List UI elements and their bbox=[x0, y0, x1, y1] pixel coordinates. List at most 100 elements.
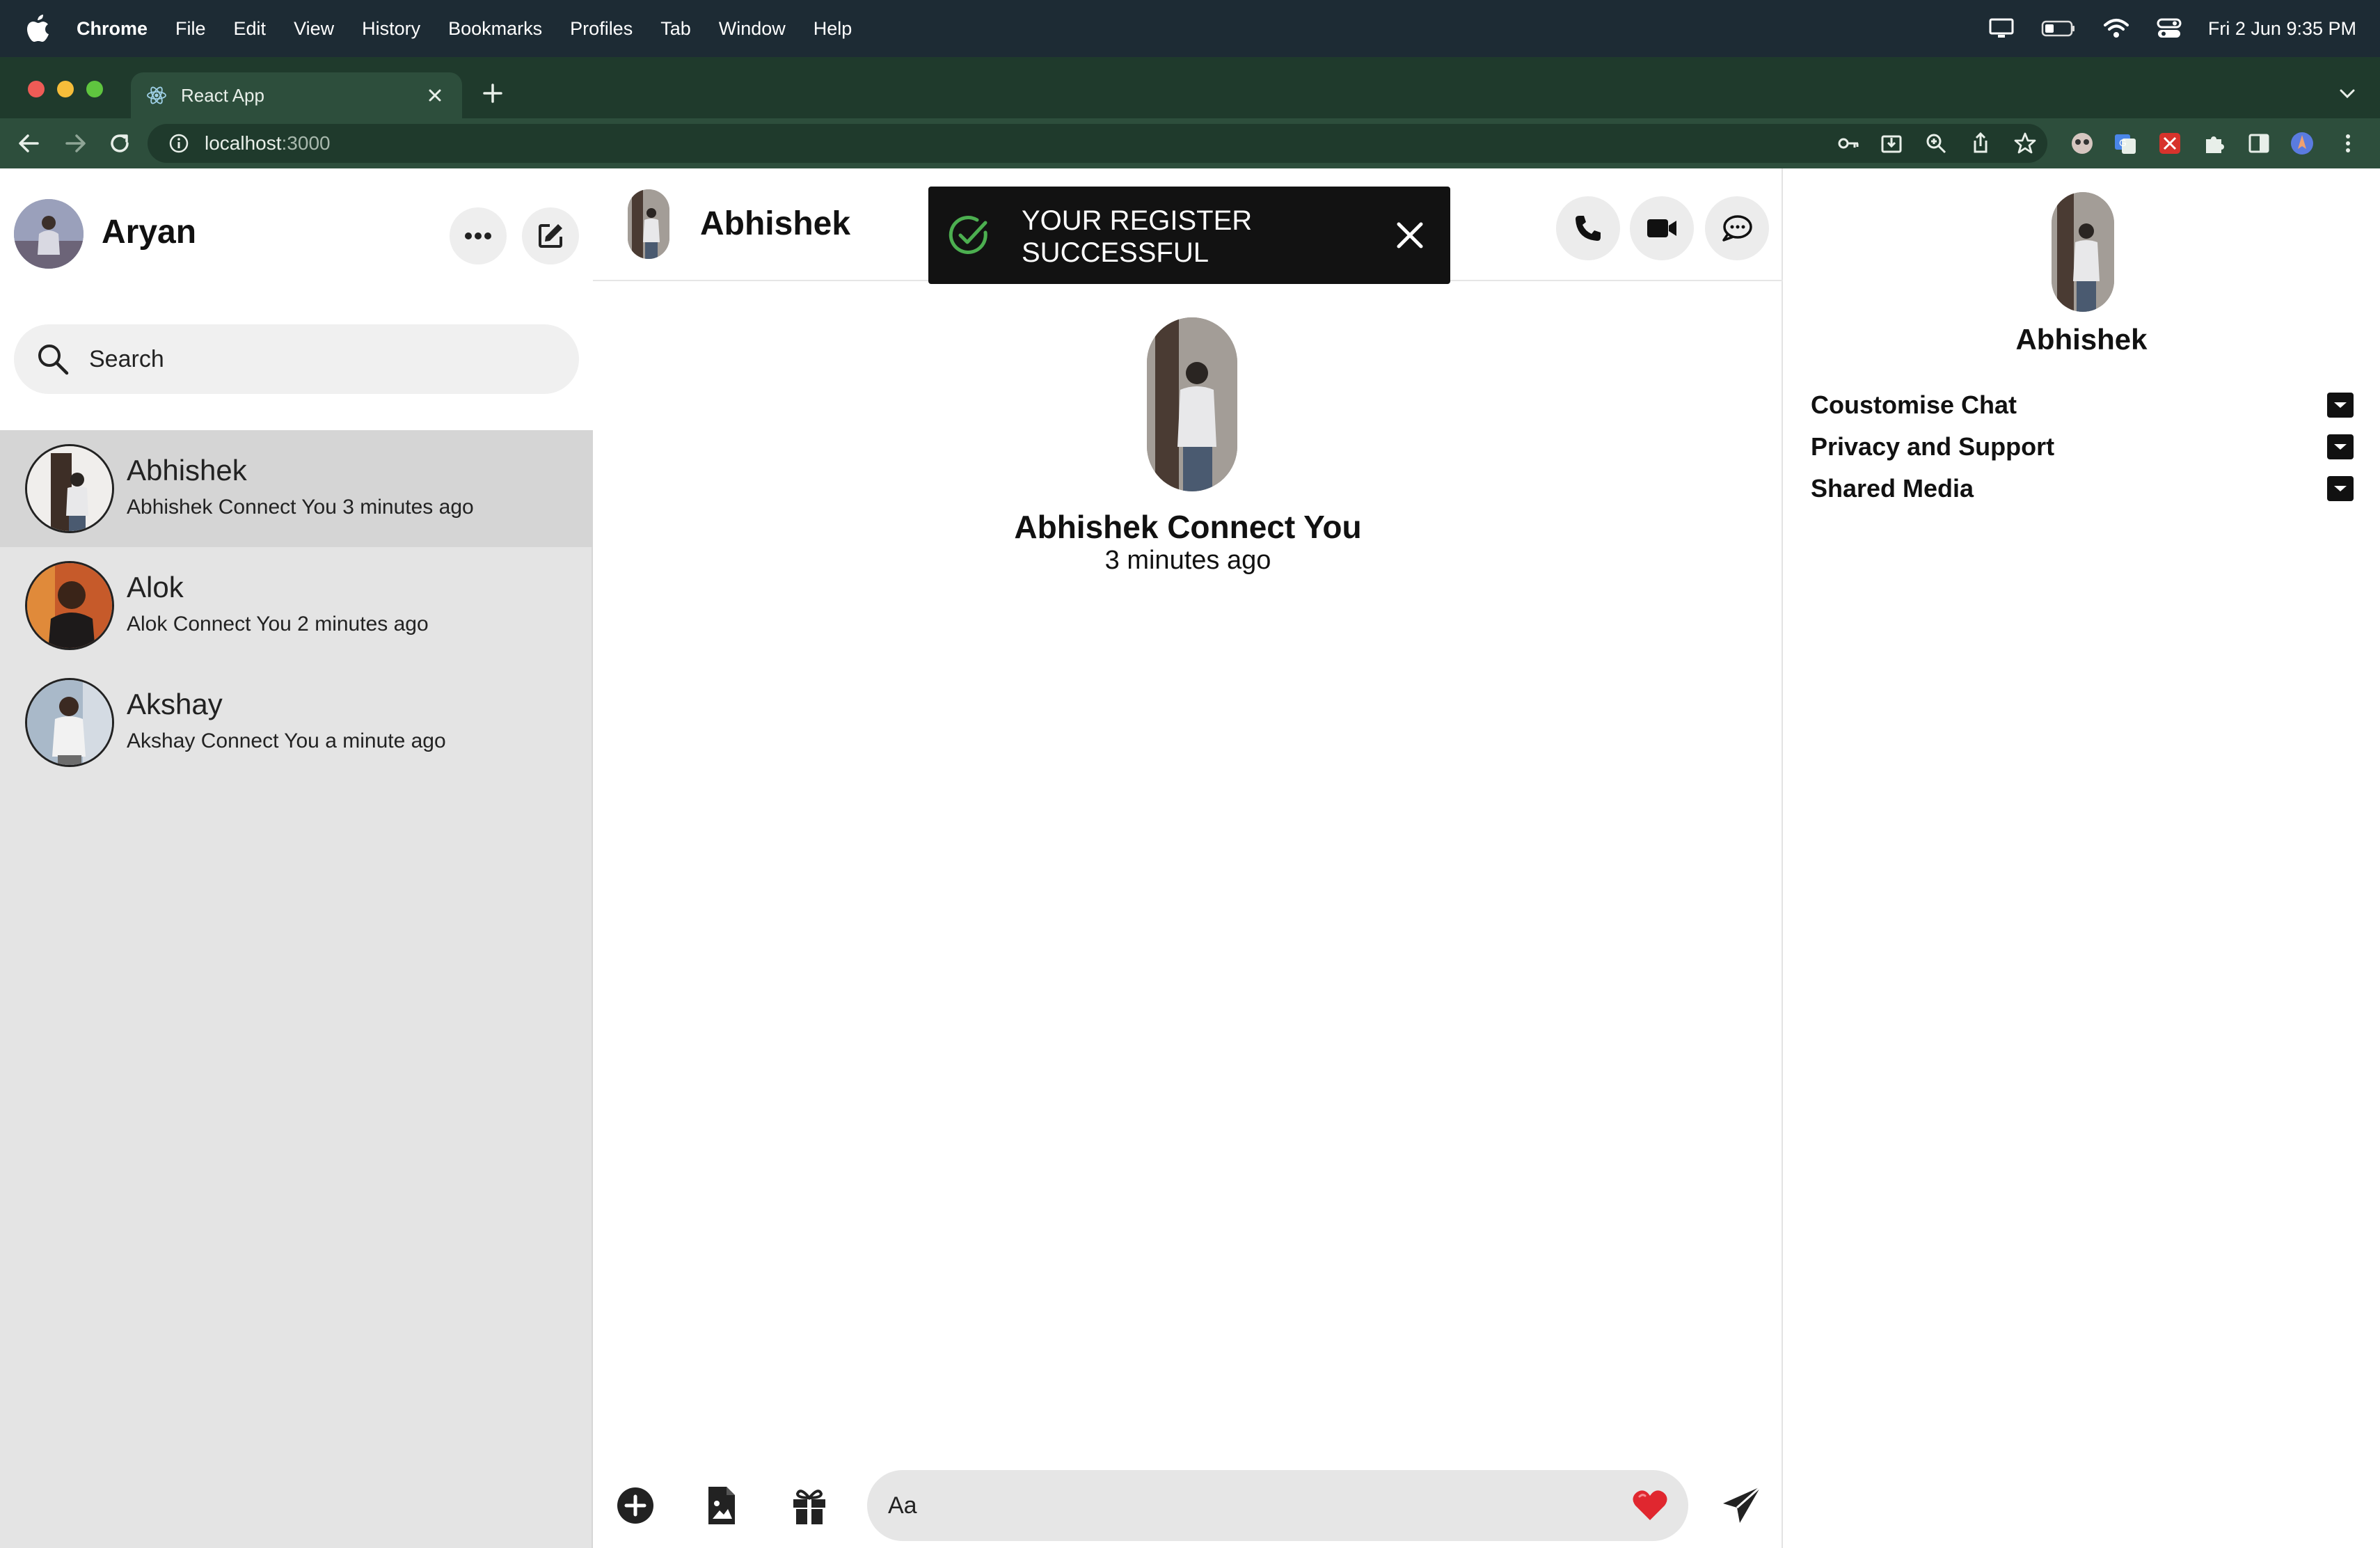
wifi-icon[interactable] bbox=[2102, 18, 2130, 39]
star-icon[interactable] bbox=[2013, 131, 2038, 156]
heart-icon[interactable] bbox=[1631, 1488, 1669, 1523]
contact-avatar bbox=[25, 678, 114, 767]
contact-avatar bbox=[25, 444, 114, 533]
search-field[interactable] bbox=[14, 324, 579, 394]
menu-view[interactable]: View bbox=[294, 18, 334, 40]
sidebar-header: Aryan bbox=[0, 168, 593, 315]
tab-search-chevron-icon[interactable] bbox=[2337, 85, 2358, 102]
menu-edit[interactable]: Edit bbox=[234, 18, 267, 40]
section-label: Coustomise Chat bbox=[1811, 390, 2017, 419]
intro-title: Abhishek Connect You bbox=[1014, 509, 1362, 545]
contact-name: Alok bbox=[127, 571, 184, 603]
more-options-button[interactable] bbox=[450, 207, 507, 264]
menu-window[interactable]: Window bbox=[719, 18, 786, 40]
dropdown-toggle-icon[interactable] bbox=[2327, 393, 2354, 418]
chat-contact-name: Abhishek bbox=[700, 205, 851, 242]
tab-close-icon[interactable] bbox=[423, 84, 447, 107]
install-icon[interactable] bbox=[1879, 131, 1904, 156]
menu-tab[interactable]: Tab bbox=[660, 18, 691, 40]
menu-file[interactable]: File bbox=[175, 18, 206, 40]
user-avatar[interactable] bbox=[14, 199, 84, 269]
control-center-icon[interactable] bbox=[2157, 18, 2182, 39]
menu-app-name[interactable]: Chrome bbox=[77, 18, 148, 40]
details-name: Abhishek bbox=[2015, 323, 2148, 356]
window-zoom-button[interactable] bbox=[86, 81, 103, 97]
messenger-app: Aryan Abhishek Abhishek Connect You 3 mi… bbox=[0, 168, 2380, 1548]
extension-1-icon[interactable] bbox=[2070, 131, 2095, 156]
url-text[interactable]: localhost:3000 bbox=[205, 132, 331, 155]
section-label: Shared Media bbox=[1811, 474, 1974, 503]
new-tab-icon[interactable] bbox=[480, 81, 505, 106]
dropdown-toggle-icon[interactable] bbox=[2327, 476, 2354, 501]
intro-timestamp: 3 minutes ago bbox=[1104, 546, 1271, 575]
toast-message: YOUR REGISTER SUCCESSFUL bbox=[1022, 205, 1253, 268]
section-shared-media[interactable]: Shared Media bbox=[1811, 469, 2354, 508]
share-icon[interactable] bbox=[1968, 131, 1993, 156]
profile-icon[interactable] bbox=[2290, 131, 2315, 156]
menu-help[interactable]: Help bbox=[814, 18, 852, 40]
ellipsis-icon bbox=[465, 232, 491, 239]
contact-item-akshay[interactable]: Akshay Akshay Connect You a minute ago bbox=[0, 664, 593, 781]
dropdown-toggle-icon[interactable] bbox=[2327, 434, 2354, 459]
puzzle-icon[interactable] bbox=[2202, 131, 2227, 156]
back-arrow-icon[interactable] bbox=[15, 129, 43, 157]
reload-icon[interactable] bbox=[106, 129, 134, 157]
tab-title: React App bbox=[181, 84, 264, 106]
chat-panel: Abhishek Abhishek Connect You 3 minutes … bbox=[593, 168, 1783, 1548]
site-info-icon[interactable] bbox=[168, 133, 189, 154]
search-input[interactable] bbox=[89, 345, 507, 373]
key-icon[interactable] bbox=[1836, 131, 1861, 156]
gift-icon[interactable] bbox=[788, 1484, 831, 1527]
contact-last-message: Alok Connect You 2 minutes ago bbox=[127, 613, 429, 635]
intro-avatar bbox=[1147, 317, 1237, 491]
menu-bookmarks[interactable]: Bookmarks bbox=[448, 18, 542, 40]
check-circle-icon bbox=[949, 216, 987, 254]
details-avatar bbox=[2052, 192, 2114, 312]
video-camera-icon bbox=[1647, 219, 1676, 237]
edit-icon bbox=[539, 224, 562, 248]
contact-item-alok[interactable]: Alok Alok Connect You 2 minutes ago bbox=[0, 547, 593, 664]
chat-bubble-icon bbox=[1722, 215, 1752, 242]
apple-logo-icon[interactable] bbox=[26, 15, 50, 42]
browser-tab-active[interactable]: React App bbox=[131, 72, 462, 118]
attach-image-icon[interactable] bbox=[700, 1484, 743, 1527]
address-bar[interactable]: localhost:3000 bbox=[148, 124, 2047, 163]
user-photo bbox=[14, 199, 84, 269]
message-composer[interactable] bbox=[867, 1470, 1688, 1541]
message-input[interactable] bbox=[888, 1492, 1556, 1519]
section-customise-chat[interactable]: Coustomise Chat bbox=[1811, 386, 2354, 425]
voice-call-button[interactable] bbox=[1556, 196, 1620, 260]
extension-2-icon[interactable] bbox=[2157, 131, 2182, 156]
contact-avatar bbox=[25, 561, 114, 650]
section-label: Privacy and Support bbox=[1811, 432, 2055, 461]
menubar-datetime[interactable]: Fri 2 Jun 9:35 PM bbox=[2208, 18, 2356, 40]
window-minimize-button[interactable] bbox=[57, 81, 74, 97]
kebab-menu-icon[interactable] bbox=[2335, 131, 2361, 156]
chat-info-button[interactable] bbox=[1705, 196, 1769, 260]
svg-text:G: G bbox=[2119, 137, 2127, 148]
react-favicon-icon bbox=[147, 86, 166, 104]
user-name: Aryan bbox=[102, 214, 197, 251]
window-close-button[interactable] bbox=[28, 81, 45, 97]
macos-menu-bar: Chrome File Edit View History Bookmarks … bbox=[0, 0, 2380, 57]
video-call-button[interactable] bbox=[1630, 196, 1694, 260]
chat-contact-avatar[interactable] bbox=[628, 189, 669, 259]
contact-details-panel: Abhishek Coustomise Chat Privacy and Sup… bbox=[1783, 168, 2380, 1548]
zoom-icon[interactable] bbox=[1923, 131, 1949, 156]
add-circle-icon[interactable] bbox=[614, 1484, 657, 1527]
display-icon[interactable] bbox=[1988, 17, 2015, 40]
forward-arrow-icon[interactable] bbox=[61, 129, 89, 157]
menu-profiles[interactable]: Profiles bbox=[570, 18, 633, 40]
contacts-sidebar: Aryan Abhishek Abhishek Connect You 3 mi… bbox=[0, 168, 593, 1548]
toast-close-icon[interactable] bbox=[1390, 216, 1429, 255]
translate-icon[interactable]: G bbox=[2113, 131, 2138, 156]
contact-item-abhishek[interactable]: Abhishek Abhishek Connect You 3 minutes … bbox=[0, 430, 593, 547]
search-icon bbox=[38, 345, 69, 375]
send-icon[interactable] bbox=[1720, 1484, 1763, 1527]
new-message-button[interactable] bbox=[522, 207, 579, 264]
sidepanel-icon[interactable] bbox=[2246, 131, 2271, 156]
battery-icon[interactable] bbox=[2041, 19, 2076, 38]
section-privacy-support[interactable]: Privacy and Support bbox=[1811, 427, 2354, 466]
contact-name: Abhishek bbox=[127, 454, 247, 487]
menu-history[interactable]: History bbox=[362, 18, 420, 40]
